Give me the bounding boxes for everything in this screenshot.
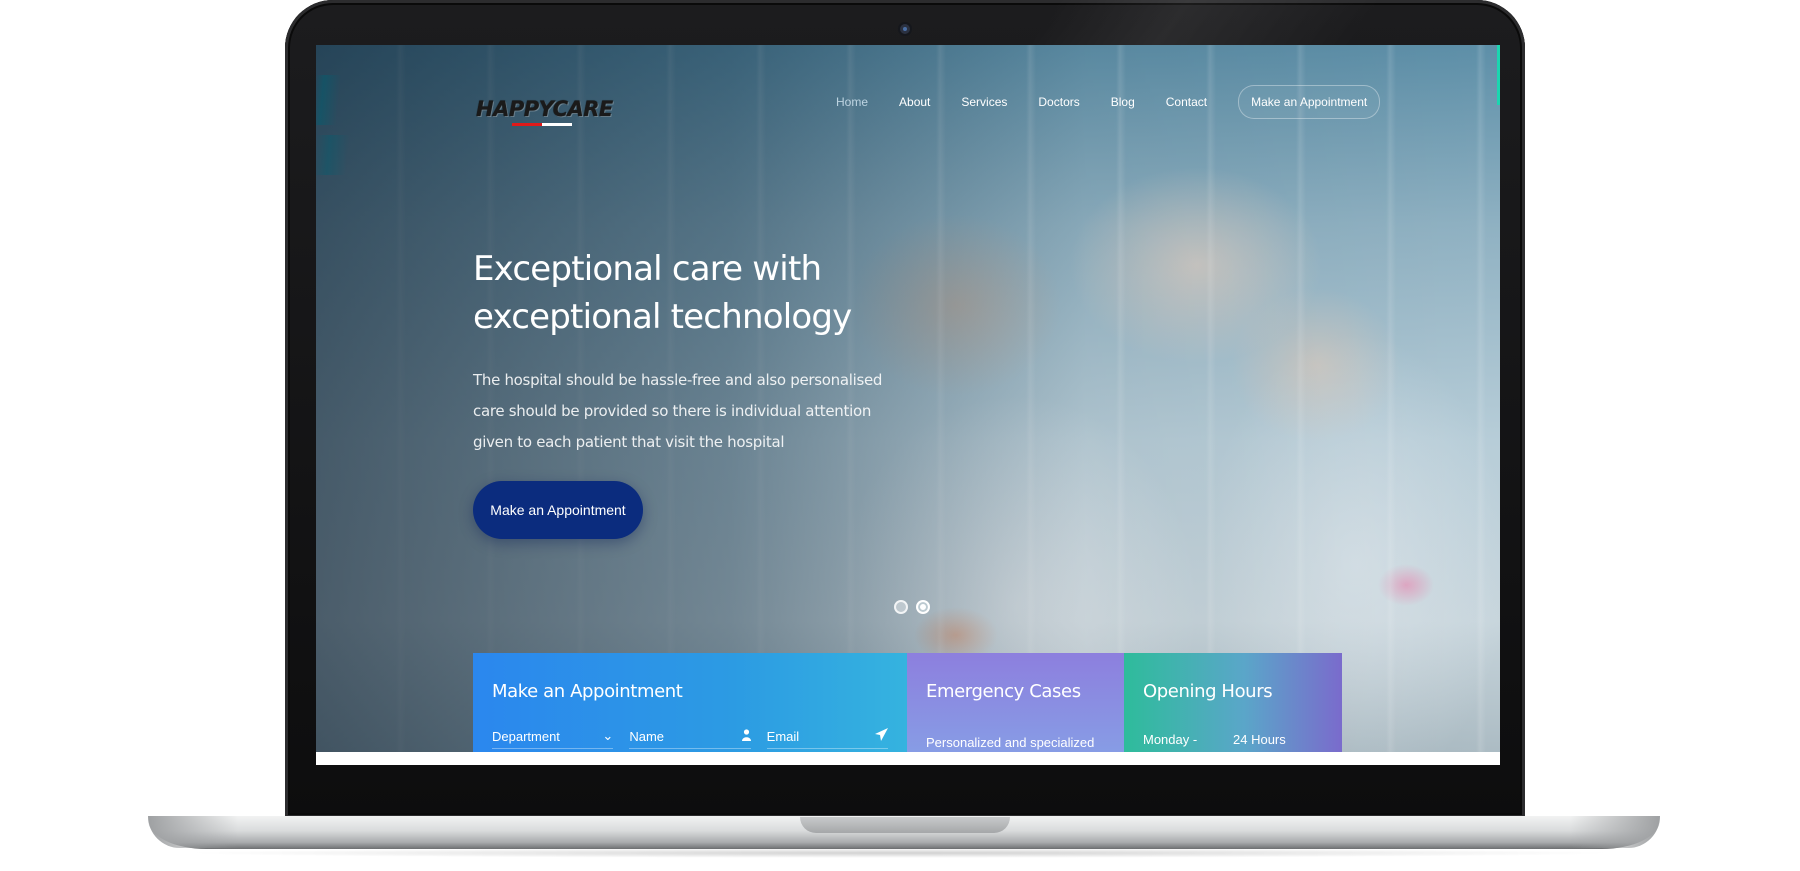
hero-appointment-button[interactable]: Make an Appointment: [473, 481, 643, 539]
hero-description: The hospital should be hassle-free and a…: [473, 371, 883, 451]
nav-item-contact[interactable]: Contact: [1166, 95, 1207, 109]
logo-swoosh: [512, 123, 572, 126]
laptop-screen: HAPPYCARE Home About Services Doctors Bl…: [316, 45, 1500, 765]
opening-hours-row: Monday - 24 Hours: [1143, 732, 1323, 747]
department-select-label: Department: [492, 728, 560, 744]
opening-hours-value: 24 Hours: [1233, 732, 1286, 747]
appointment-box-title: Make an Appointment: [492, 681, 683, 702]
slider-dot-2[interactable]: [916, 600, 930, 614]
nav-item-home[interactable]: Home: [836, 95, 868, 109]
emergency-box: Emergency Cases Personalized and special…: [907, 653, 1124, 765]
laptop-base-edge-right: [1570, 816, 1660, 848]
nav-item-doctors[interactable]: Doctors: [1038, 95, 1079, 109]
paper-plane-icon: [874, 728, 888, 744]
screen-bottom-strip: [316, 752, 1500, 765]
appointment-box: Make an Appointment Department ⌄ Name Em…: [473, 653, 907, 765]
emergency-box-text: Personalized and specialized: [926, 735, 1095, 750]
opening-hours-title: Opening Hours: [1143, 681, 1273, 702]
main-nav: Home About Services Doctors Blog Contact…: [836, 85, 1381, 119]
name-field[interactable]: Name: [629, 728, 751, 749]
hero-title: Exceptional care with exceptional techno…: [473, 249, 852, 337]
name-field-placeholder: Name: [629, 728, 665, 744]
nav-item-services[interactable]: Services: [961, 95, 1007, 109]
chevron-down-icon: ⌄: [602, 728, 614, 743]
email-field[interactable]: Email: [766, 728, 888, 749]
user-icon: [741, 728, 751, 744]
laptop-shadow: [180, 848, 1620, 858]
nav-appointment-button[interactable]: Make an Appointment: [1238, 85, 1381, 119]
appointment-form: Department ⌄ Name Email: [492, 728, 888, 749]
department-select[interactable]: Department ⌄: [492, 728, 614, 749]
screen-scroll-accent: [1497, 45, 1500, 105]
slider-dots: [894, 600, 930, 614]
logo-text: HAPPYCARE: [476, 97, 613, 121]
laptop-base-edge-left: [148, 816, 238, 848]
slider-dot-1[interactable]: [894, 600, 908, 614]
nav-item-about[interactable]: About: [899, 95, 930, 109]
emergency-box-title: Emergency Cases: [926, 681, 1081, 702]
laptop-base-notch: [800, 817, 1010, 833]
nav-item-blog[interactable]: Blog: [1111, 95, 1135, 109]
webcam-icon: [900, 24, 910, 34]
opening-hours-day: Monday -: [1143, 732, 1198, 747]
opening-hours-box: Opening Hours Monday - 24 Hours: [1124, 653, 1342, 765]
site-logo[interactable]: HAPPYCARE: [476, 89, 613, 129]
email-field-placeholder: Email: [766, 728, 800, 744]
lid-glare: [1032, 0, 1378, 45]
